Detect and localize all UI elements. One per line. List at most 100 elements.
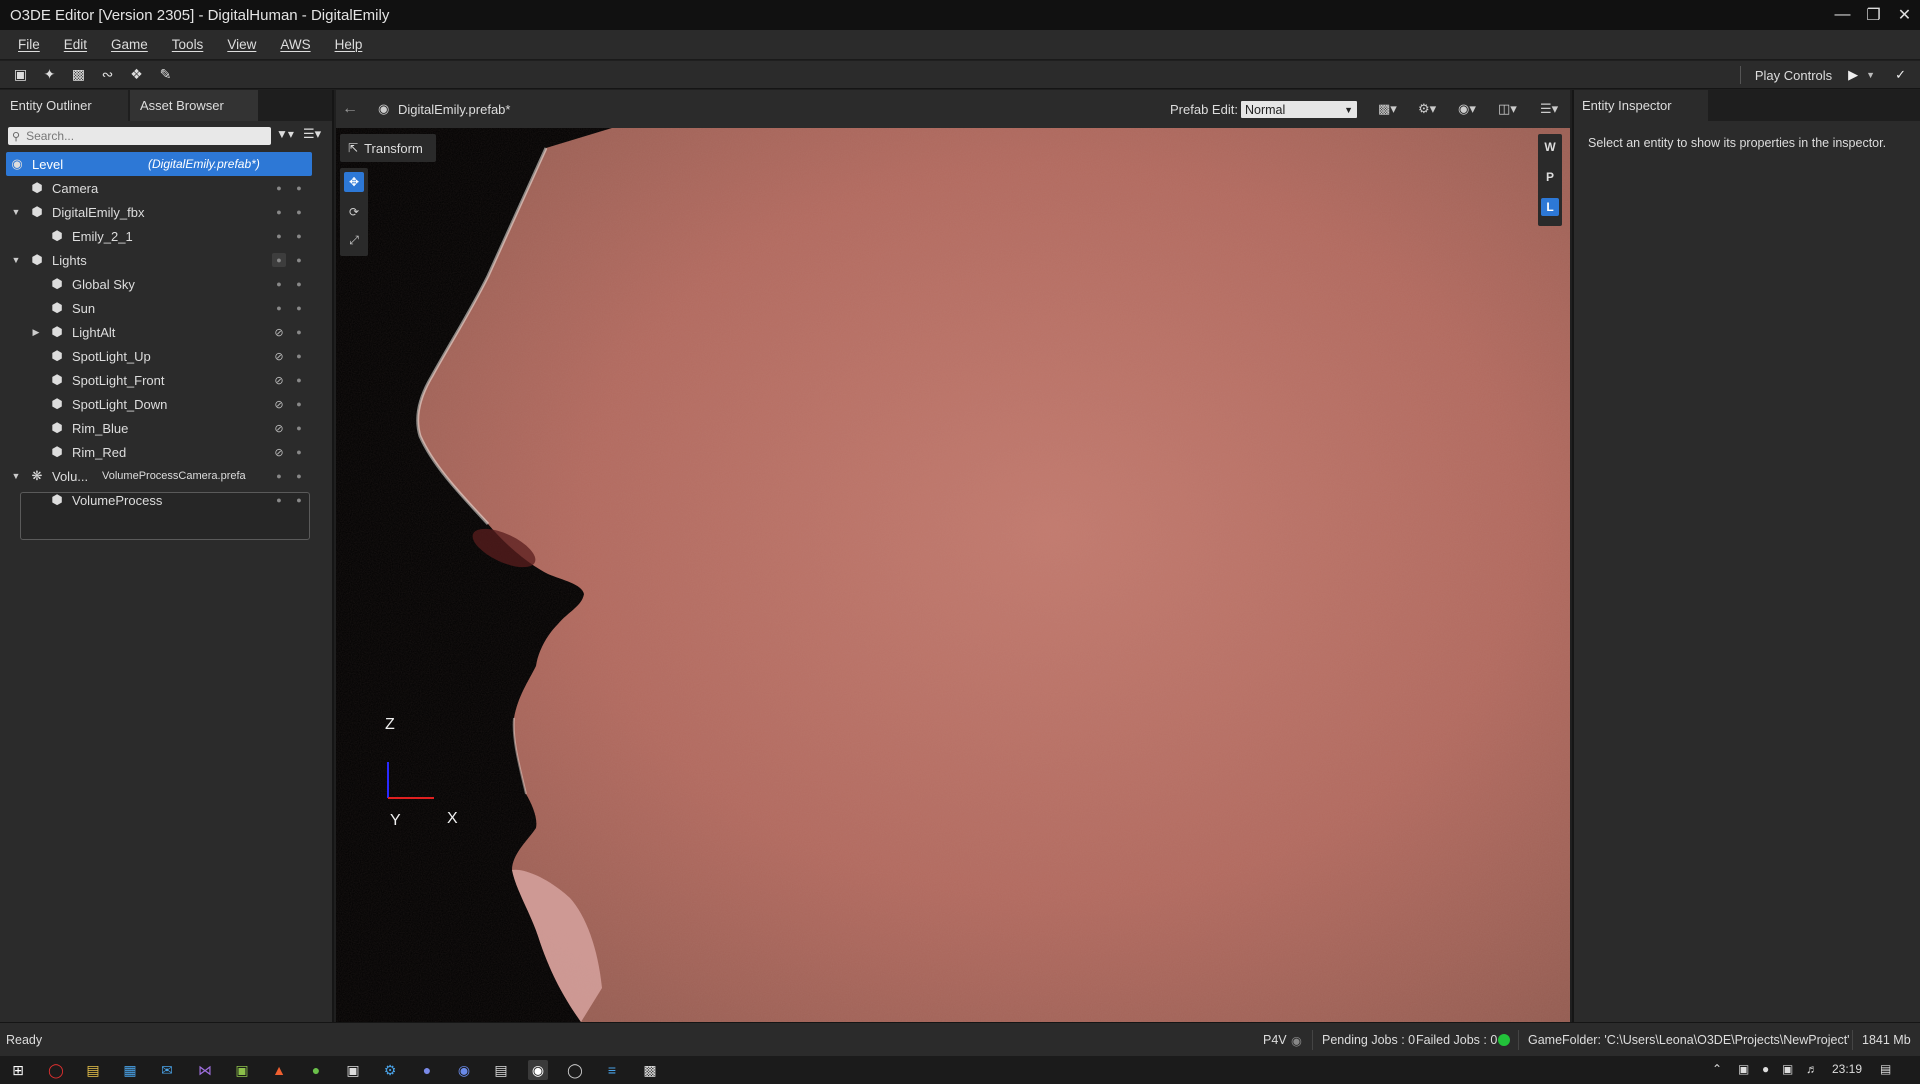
prefab-edit-select[interactable]: Normal ▼	[1241, 101, 1357, 118]
p4v-status-icon[interactable]: ◉	[1291, 1033, 1302, 1048]
tree-item-volume-prefab[interactable]: ▼ ❋ Volu... VolumeProcessCamera.prefa ● …	[6, 464, 312, 488]
opera-icon[interactable]: ◯	[46, 1060, 66, 1080]
lock-state-icon[interactable]: ●	[292, 303, 306, 313]
lock-state-icon[interactable]: ●	[292, 255, 306, 265]
hidden-eye-icon[interactable]: ⊘	[272, 422, 286, 435]
tree-item-rim-red[interactable]: ⬢ Rim_Red ⊘ ●	[6, 440, 312, 464]
figure-icon[interactable]: ✦	[35, 63, 64, 87]
menu-edit[interactable]: Edit	[52, 37, 99, 52]
tree-item-spotlight-down[interactable]: ⬢ SpotLight_Down ⊘ ●	[6, 392, 312, 416]
play-icon[interactable]: ▶	[1848, 67, 1858, 83]
visibility-icon[interactable]: ●	[272, 183, 286, 193]
menu-tools[interactable]: Tools	[160, 37, 216, 52]
menu-file[interactable]: File	[6, 37, 52, 52]
mail-icon[interactable]: ✉	[157, 1060, 177, 1080]
rotate-tool-icon[interactable]: ⟳	[344, 202, 364, 222]
search-input[interactable]: ⚲ Search...	[8, 127, 271, 145]
chevron-down-icon[interactable]: ▼	[1866, 70, 1875, 80]
lock-icon[interactable]: ▣	[6, 63, 35, 87]
tree-item-camera[interactable]: ⬢ Camera ● ●	[6, 176, 312, 200]
lock-state-icon[interactable]: ●	[292, 447, 306, 457]
hidden-eye-icon[interactable]: ⊘	[272, 398, 286, 411]
tab-entity-outliner[interactable]: Entity Outliner	[0, 90, 128, 121]
terminal-icon[interactable]: ≡	[602, 1060, 622, 1080]
file-explorer-icon[interactable]: ▤	[83, 1060, 103, 1080]
lock-state-icon[interactable]: ●	[292, 375, 306, 385]
lock-state-icon[interactable]: ●	[292, 495, 306, 505]
clock-time[interactable]: 23:19	[1832, 1062, 1862, 1076]
lock-state-icon[interactable]: ●	[292, 231, 306, 241]
hidden-eye-icon[interactable]: ⊘	[272, 374, 286, 387]
close-icon[interactable]: ✕	[1889, 0, 1920, 30]
menu-help[interactable]: Help	[323, 37, 375, 52]
visibility-icon[interactable]: ●	[272, 471, 286, 481]
clock-app-icon[interactable]: ◯	[565, 1060, 585, 1080]
lock-state-icon[interactable]: ●	[292, 327, 306, 337]
tab-asset-browser[interactable]: Asset Browser	[130, 90, 258, 121]
scale-tool-icon[interactable]: ⤢	[344, 230, 364, 250]
expand-arrow-icon[interactable]: ▼	[11, 255, 21, 265]
visibility-icon[interactable]: ●	[272, 207, 286, 217]
move-tool-icon[interactable]: ✥	[344, 172, 364, 192]
lock-state-icon[interactable]: ●	[292, 183, 306, 193]
tree-item-lights[interactable]: ▼ ⬢ Lights ● ●	[6, 248, 312, 272]
tree-item-digitalemily-fbx[interactable]: ▼ ⬢ DigitalEmily_fbx ● ●	[6, 200, 312, 224]
volume-icon[interactable]: ♬	[1806, 1062, 1818, 1076]
tree-item-global-sky[interactable]: ⬢ Global Sky ● ●	[6, 272, 312, 296]
brush-icon[interactable]: ✎	[151, 63, 180, 87]
restore-icon[interactable]: ❐	[1858, 0, 1889, 30]
hidden-eye-icon[interactable]: ⊘	[272, 326, 286, 339]
lock-state-icon[interactable]: ●	[292, 423, 306, 433]
asset-processor-status-icon[interactable]	[1498, 1034, 1510, 1046]
world-space-button[interactable]: W	[1541, 138, 1559, 156]
simulate-icon[interactable]: ✓	[1895, 67, 1906, 83]
paint-app-icon[interactable]: ▣	[232, 1060, 252, 1080]
back-arrow-icon[interactable]: ←	[342, 100, 358, 118]
layout-icon[interactable]: ◫▾	[1498, 101, 1517, 117]
outliner-menu-icon[interactable]: ☰▾	[303, 126, 321, 142]
tree-item-spotlight-front[interactable]: ⬢ SpotLight_Front ⊘ ●	[6, 368, 312, 392]
camera-icon[interactable]: ▩▾	[1378, 101, 1397, 117]
menu-view[interactable]: View	[215, 37, 268, 52]
level-row[interactable]: ◉ Level (DigitalEmily.prefab*)	[6, 152, 312, 176]
menu-icon[interactable]: ☰▾	[1540, 101, 1558, 117]
document-icon[interactable]: ▤	[491, 1060, 511, 1080]
visibility-icon[interactable]: ●	[272, 495, 286, 505]
parent-space-button[interactable]: P	[1541, 168, 1559, 186]
visibility-icon[interactable]: ●	[272, 303, 286, 313]
lock-state-icon[interactable]: ●	[292, 471, 306, 481]
tray-app-icon[interactable]: ▣	[1738, 1062, 1749, 1076]
tray-chevron-up-icon[interactable]: ⌃	[1712, 1062, 1722, 1076]
lock-state-icon[interactable]: ●	[292, 399, 306, 409]
tree-item-sun[interactable]: ⬢ Sun ● ●	[6, 296, 312, 320]
filter-icon[interactable]: ▼▾	[276, 127, 294, 141]
local-space-button[interactable]: L	[1541, 198, 1559, 216]
tree-item-volumeprocess[interactable]: ⬢ VolumeProcess ● ●	[6, 488, 312, 512]
microphone-icon[interactable]: ●	[1762, 1062, 1769, 1076]
wrench-icon[interactable]: ❖	[122, 63, 151, 87]
3d-viewport[interactable]: ⇱ Transform ✥ ⟳ ⤢ W P L Z Y X	[336, 128, 1570, 1022]
tree-item-spotlight-up[interactable]: ⬢ SpotLight_Up ⊘ ●	[6, 344, 312, 368]
lock-state-icon[interactable]: ●	[292, 279, 306, 289]
discord-icon[interactable]: ●	[417, 1060, 437, 1080]
expand-arrow-icon[interactable]: ▶	[31, 327, 41, 338]
hidden-eye-icon[interactable]: ⊘	[272, 350, 286, 363]
lock-state-icon[interactable]: ●	[292, 351, 306, 361]
lock-state-icon[interactable]: ●	[292, 207, 306, 217]
hidden-eye-icon[interactable]: ⊘	[272, 446, 286, 459]
o3de-icon[interactable]: ◉	[528, 1060, 548, 1080]
app-green-icon[interactable]: ●	[306, 1060, 326, 1080]
tree-item-rim-blue[interactable]: ⬢ Rim_Blue ⊘ ●	[6, 416, 312, 440]
menu-aws[interactable]: AWS	[268, 37, 322, 52]
brave-icon[interactable]: ▲	[269, 1060, 289, 1080]
tree-item-emily-2-1[interactable]: ⬢ Emily_2_1 ● ●	[6, 224, 312, 248]
minimize-icon[interactable]: —	[1827, 0, 1858, 30]
expand-arrow-icon[interactable]: ▼	[11, 207, 21, 217]
visual-studio-icon[interactable]: ⋈	[195, 1060, 215, 1080]
network-icon[interactable]: ▣	[1782, 1062, 1793, 1076]
windows-start-icon[interactable]: ⊞	[8, 1060, 28, 1080]
app-blue-icon[interactable]: ◉	[454, 1060, 474, 1080]
editor-app-icon[interactable]: ▩	[640, 1060, 660, 1080]
store-icon[interactable]: ▦	[120, 1060, 140, 1080]
tab-entity-inspector[interactable]: Entity Inspector	[1574, 90, 1708, 121]
